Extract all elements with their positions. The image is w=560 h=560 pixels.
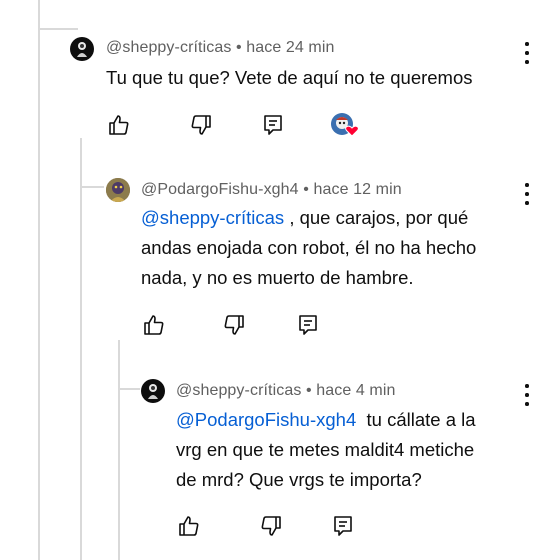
thumbs-down-icon: [224, 315, 244, 335]
more-vert-icon[interactable]: [524, 183, 530, 205]
more-vert-icon[interactable]: [524, 384, 530, 406]
comment-time[interactable]: hace 4 min: [316, 382, 395, 399]
meta-separator: •: [303, 181, 309, 198]
thumbs-down-icon: [261, 516, 281, 536]
thumbs-up-icon: [179, 516, 199, 536]
more-vert-icon[interactable]: [524, 42, 530, 64]
reply-button[interactable]: [330, 513, 356, 539]
comment-actions: [106, 112, 366, 138]
author-handle[interactable]: @sheppy-críticas: [106, 39, 231, 56]
avatar-figure-icon: [148, 384, 158, 399]
creator-heart-icon: [345, 125, 359, 137]
reply-button[interactable]: [260, 112, 286, 138]
comment-time[interactable]: hace 24 min: [246, 39, 334, 56]
comment-meta: @sheppy-críticas • hace 24 min: [106, 39, 335, 57]
comment-text: Tu que tu que? Vete de aquí no te querem…: [106, 67, 473, 88]
comment-time[interactable]: hace 12 min: [313, 181, 401, 198]
like-button[interactable]: [106, 112, 132, 138]
author-handle[interactable]: @sheppy-críticas: [176, 382, 301, 399]
comment-text: @sheppy-críticas , que carajos, por qué …: [141, 207, 477, 288]
thread-line-nested-level: [118, 340, 120, 560]
thumbs-up-icon: [144, 315, 164, 335]
like-button[interactable]: [176, 513, 202, 539]
reply-icon: [264, 115, 282, 135]
avatar[interactable]: [106, 178, 130, 202]
mention-link[interactable]: @sheppy-críticas: [141, 207, 284, 228]
meta-separator: •: [235, 39, 242, 56]
reply-button[interactable]: [295, 312, 321, 338]
thread-line-reply-branch: [80, 186, 104, 188]
thumbs-up-icon: [109, 115, 129, 135]
comment-meta: @sheppy-críticas • hace 4 min: [176, 382, 396, 400]
comment-text: @PodargoFishu-xgh4 tu cállate a la vrg e…: [176, 409, 476, 490]
dislike-button[interactable]: [258, 513, 284, 539]
comment-actions: [176, 513, 376, 539]
creator-heart[interactable]: [330, 112, 362, 138]
avatar[interactable]: [70, 37, 94, 61]
mention-link[interactable]: @PodargoFishu-xgh4: [176, 409, 356, 430]
dislike-button[interactable]: [221, 312, 247, 338]
avatar-figure-icon: [77, 42, 87, 57]
thread-line-reply-level: [80, 138, 82, 560]
avatar-character-icon: [106, 178, 130, 202]
avatar[interactable]: [141, 379, 165, 403]
dislike-button[interactable]: [188, 112, 214, 138]
reply-icon: [334, 516, 352, 536]
comment-meta: @PodargoFishu-xgh4 • hace 12 min: [141, 181, 402, 199]
author-handle[interactable]: @PodargoFishu-xgh4: [141, 181, 299, 198]
thread-line-nested-branch: [118, 388, 140, 390]
meta-separator: •: [305, 382, 312, 399]
comment-actions: [141, 312, 341, 338]
like-button[interactable]: [141, 312, 167, 338]
comment-1: @sheppy-críticas • hace 24 min Tu que tu…: [0, 0, 560, 150]
reply-icon: [299, 315, 317, 335]
thumbs-down-icon: [191, 115, 211, 135]
